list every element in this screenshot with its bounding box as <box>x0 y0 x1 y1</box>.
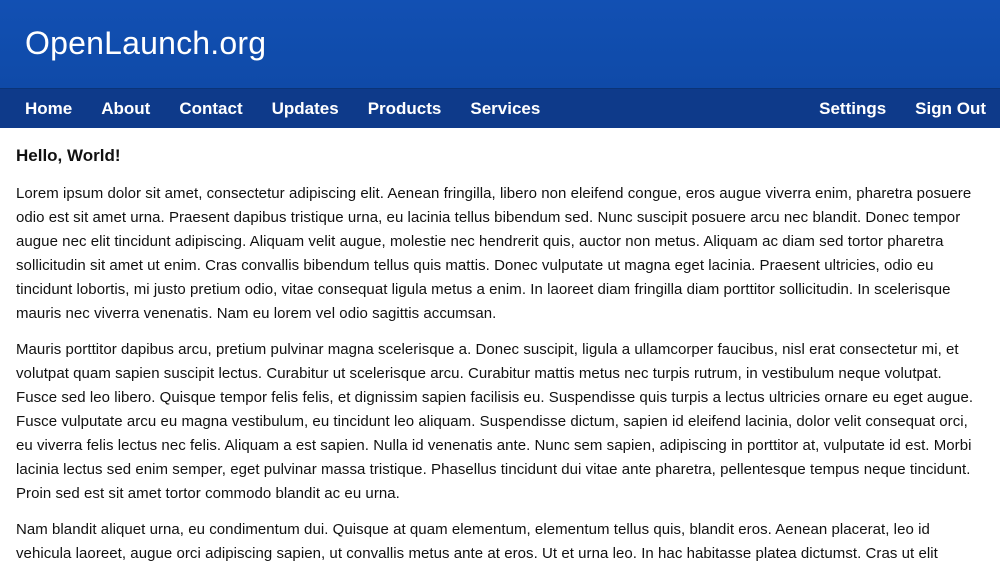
nav-item-updates[interactable]: Updates <box>272 99 339 119</box>
nav-right-group: Settings Sign Out <box>790 99 986 119</box>
main-navbar: Home About Contact Updates Products Serv… <box>0 88 1000 128</box>
nav-item-services[interactable]: Services <box>470 99 540 119</box>
nav-item-products[interactable]: Products <box>368 99 442 119</box>
paragraph-1: Lorem ipsum dolor sit amet, consectetur … <box>16 185 972 322</box>
nav-item-home[interactable]: Home <box>25 99 72 119</box>
paragraph-2: Mauris porttitor dapibus arcu, pretium p… <box>16 341 974 502</box>
nav-item-sign-out[interactable]: Sign Out <box>915 99 986 119</box>
page-heading: Hello, World! <box>16 146 121 165</box>
nav-item-about[interactable]: About <box>101 99 150 119</box>
main-content: Hello, World! Lorem ipsum dolor sit amet… <box>0 128 1000 563</box>
site-title[interactable]: OpenLaunch.org <box>25 25 266 62</box>
nav-left-group: Home About Contact Updates Products Serv… <box>25 99 569 119</box>
nav-item-settings[interactable]: Settings <box>819 99 886 119</box>
site-header: OpenLaunch.org <box>0 0 1000 88</box>
nav-item-contact[interactable]: Contact <box>179 99 242 119</box>
paragraph-3: Nam blandit aliquet urna, eu condimentum… <box>16 521 938 562</box>
